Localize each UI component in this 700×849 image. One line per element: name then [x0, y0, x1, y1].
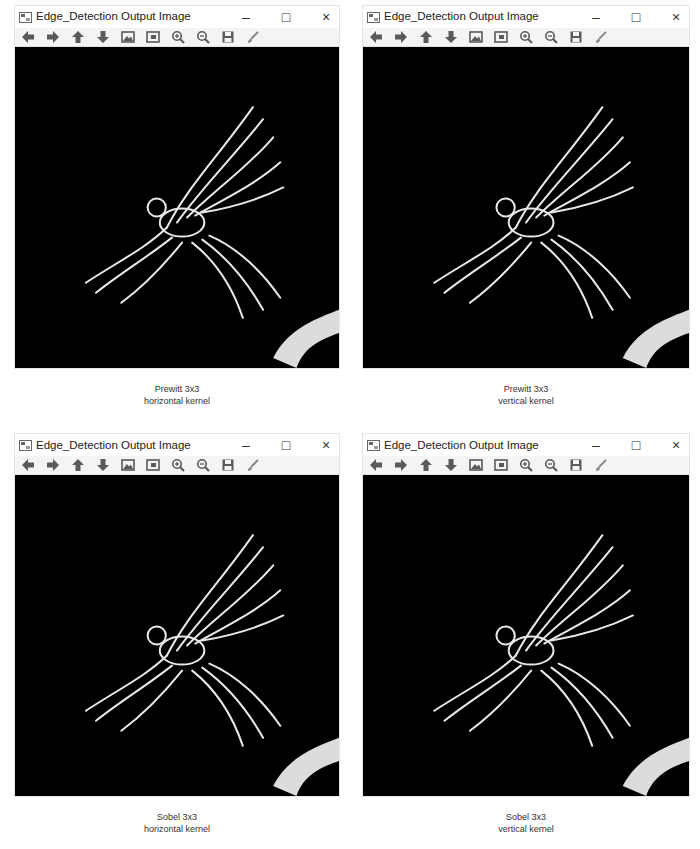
minimize-button[interactable]: – [589, 10, 603, 24]
forward-arrow-icon[interactable] [394, 30, 408, 44]
up-arrow-icon[interactable] [419, 30, 433, 44]
minimize-button[interactable]: – [239, 438, 253, 452]
down-arrow-icon[interactable] [96, 30, 110, 44]
brush-icon[interactable] [594, 30, 608, 44]
save-icon[interactable] [221, 458, 235, 472]
caption: Sobel 3x3horizontal kernel [14, 811, 340, 835]
up-arrow-icon[interactable] [71, 30, 85, 44]
window-controls: – □ × [589, 10, 683, 24]
close-button[interactable]: × [319, 438, 333, 452]
window-title: Edge_Detection Output Image [384, 437, 539, 454]
zoom-out-icon[interactable] [544, 30, 558, 44]
output-image [15, 47, 339, 368]
caption-line: Sobel 3x3 [362, 811, 690, 823]
title-bar: Edge_Detection Output Image – □ × [363, 434, 689, 456]
image-window: Edge_Detection Output Image – □ × [14, 5, 340, 369]
caption-line: Sobel 3x3 [14, 811, 340, 823]
title-bar: Edge_Detection Output Image – □ × [15, 434, 339, 456]
caption-line: vertical kernel [362, 395, 690, 407]
forward-arrow-icon[interactable] [46, 30, 60, 44]
back-arrow-icon[interactable] [21, 30, 35, 44]
zoom-box-icon[interactable] [494, 30, 508, 44]
output-panel: Edge_Detection Output Image – □ × Sobel 3x3h… [14, 433, 340, 835]
title-bar: Edge_Detection Output Image – □ × [363, 6, 689, 28]
toolbar [15, 456, 339, 475]
window-icon [19, 12, 32, 23]
close-button[interactable]: × [669, 10, 683, 24]
window-controls: – □ × [239, 10, 333, 24]
image-window: Edge_Detection Output Image – □ × [14, 433, 340, 797]
zoom-in-icon[interactable] [171, 30, 185, 44]
zoom-box-icon[interactable] [494, 458, 508, 472]
brush-icon[interactable] [594, 458, 608, 472]
zoom-in-icon[interactable] [519, 30, 533, 44]
zoom-out-icon[interactable] [196, 458, 210, 472]
down-arrow-icon[interactable] [444, 458, 458, 472]
close-button[interactable]: × [319, 10, 333, 24]
maximize-button[interactable]: □ [279, 10, 293, 24]
output-image [363, 475, 689, 796]
up-arrow-icon[interactable] [419, 458, 433, 472]
output-panel: Edge_Detection Output Image – □ × Prewitt 3x… [14, 5, 340, 407]
image-window: Edge_Detection Output Image – □ × [362, 5, 690, 369]
image-window: Edge_Detection Output Image – □ × [362, 433, 690, 797]
output-image [15, 475, 339, 796]
window-controls: – □ × [239, 438, 333, 452]
window-icon [367, 12, 380, 23]
caption-line: horizontal kernel [14, 823, 340, 835]
up-arrow-icon[interactable] [71, 458, 85, 472]
zoom-box-icon[interactable] [146, 30, 160, 44]
maximize-button[interactable]: □ [279, 438, 293, 452]
close-button[interactable]: × [669, 438, 683, 452]
output-panel: Edge_Detection Output Image – □ × Sobel 3x3v… [362, 433, 690, 835]
title-bar: Edge_Detection Output Image – □ × [15, 6, 339, 28]
image-icon[interactable] [469, 30, 483, 44]
window-controls: – □ × [589, 438, 683, 452]
brush-icon[interactable] [246, 458, 260, 472]
zoom-out-icon[interactable] [196, 30, 210, 44]
window-icon [19, 440, 32, 451]
toolbar [15, 28, 339, 47]
toolbar [363, 456, 689, 475]
save-icon[interactable] [569, 30, 583, 44]
image-icon[interactable] [121, 458, 135, 472]
caption: Sobel 3x3vertical kernel [362, 811, 690, 835]
back-arrow-icon[interactable] [369, 30, 383, 44]
caption-line: Prewitt 3x3 [362, 383, 690, 395]
back-arrow-icon[interactable] [21, 458, 35, 472]
output-panel: Edge_Detection Output Image – □ × Prewitt 3x… [362, 5, 690, 407]
save-icon[interactable] [569, 458, 583, 472]
save-icon[interactable] [221, 30, 235, 44]
window-title: Edge_Detection Output Image [36, 8, 191, 25]
output-image [363, 47, 689, 368]
forward-arrow-icon[interactable] [46, 458, 60, 472]
caption-line: vertical kernel [362, 823, 690, 835]
down-arrow-icon[interactable] [444, 30, 458, 44]
zoom-in-icon[interactable] [519, 458, 533, 472]
toolbar [363, 28, 689, 47]
forward-arrow-icon[interactable] [394, 458, 408, 472]
window-title: Edge_Detection Output Image [384, 8, 539, 25]
minimize-button[interactable]: – [239, 10, 253, 24]
caption-line: Prewitt 3x3 [14, 383, 340, 395]
brush-icon[interactable] [246, 30, 260, 44]
caption: Prewitt 3x3horizontal kernel [14, 383, 340, 407]
down-arrow-icon[interactable] [96, 458, 110, 472]
image-icon[interactable] [469, 458, 483, 472]
back-arrow-icon[interactable] [369, 458, 383, 472]
screen: Edge_Detection Output Image – □ × Prewitt 3x… [0, 0, 700, 836]
maximize-button[interactable]: □ [629, 10, 643, 24]
caption-line: horizontal kernel [14, 395, 340, 407]
zoom-box-icon[interactable] [146, 458, 160, 472]
maximize-button[interactable]: □ [629, 438, 643, 452]
caption: Prewitt 3x3vertical kernel [362, 383, 690, 407]
window-title: Edge_Detection Output Image [36, 437, 191, 454]
zoom-in-icon[interactable] [171, 458, 185, 472]
minimize-button[interactable]: – [589, 438, 603, 452]
zoom-out-icon[interactable] [544, 458, 558, 472]
window-icon [367, 440, 380, 451]
image-icon[interactable] [121, 30, 135, 44]
